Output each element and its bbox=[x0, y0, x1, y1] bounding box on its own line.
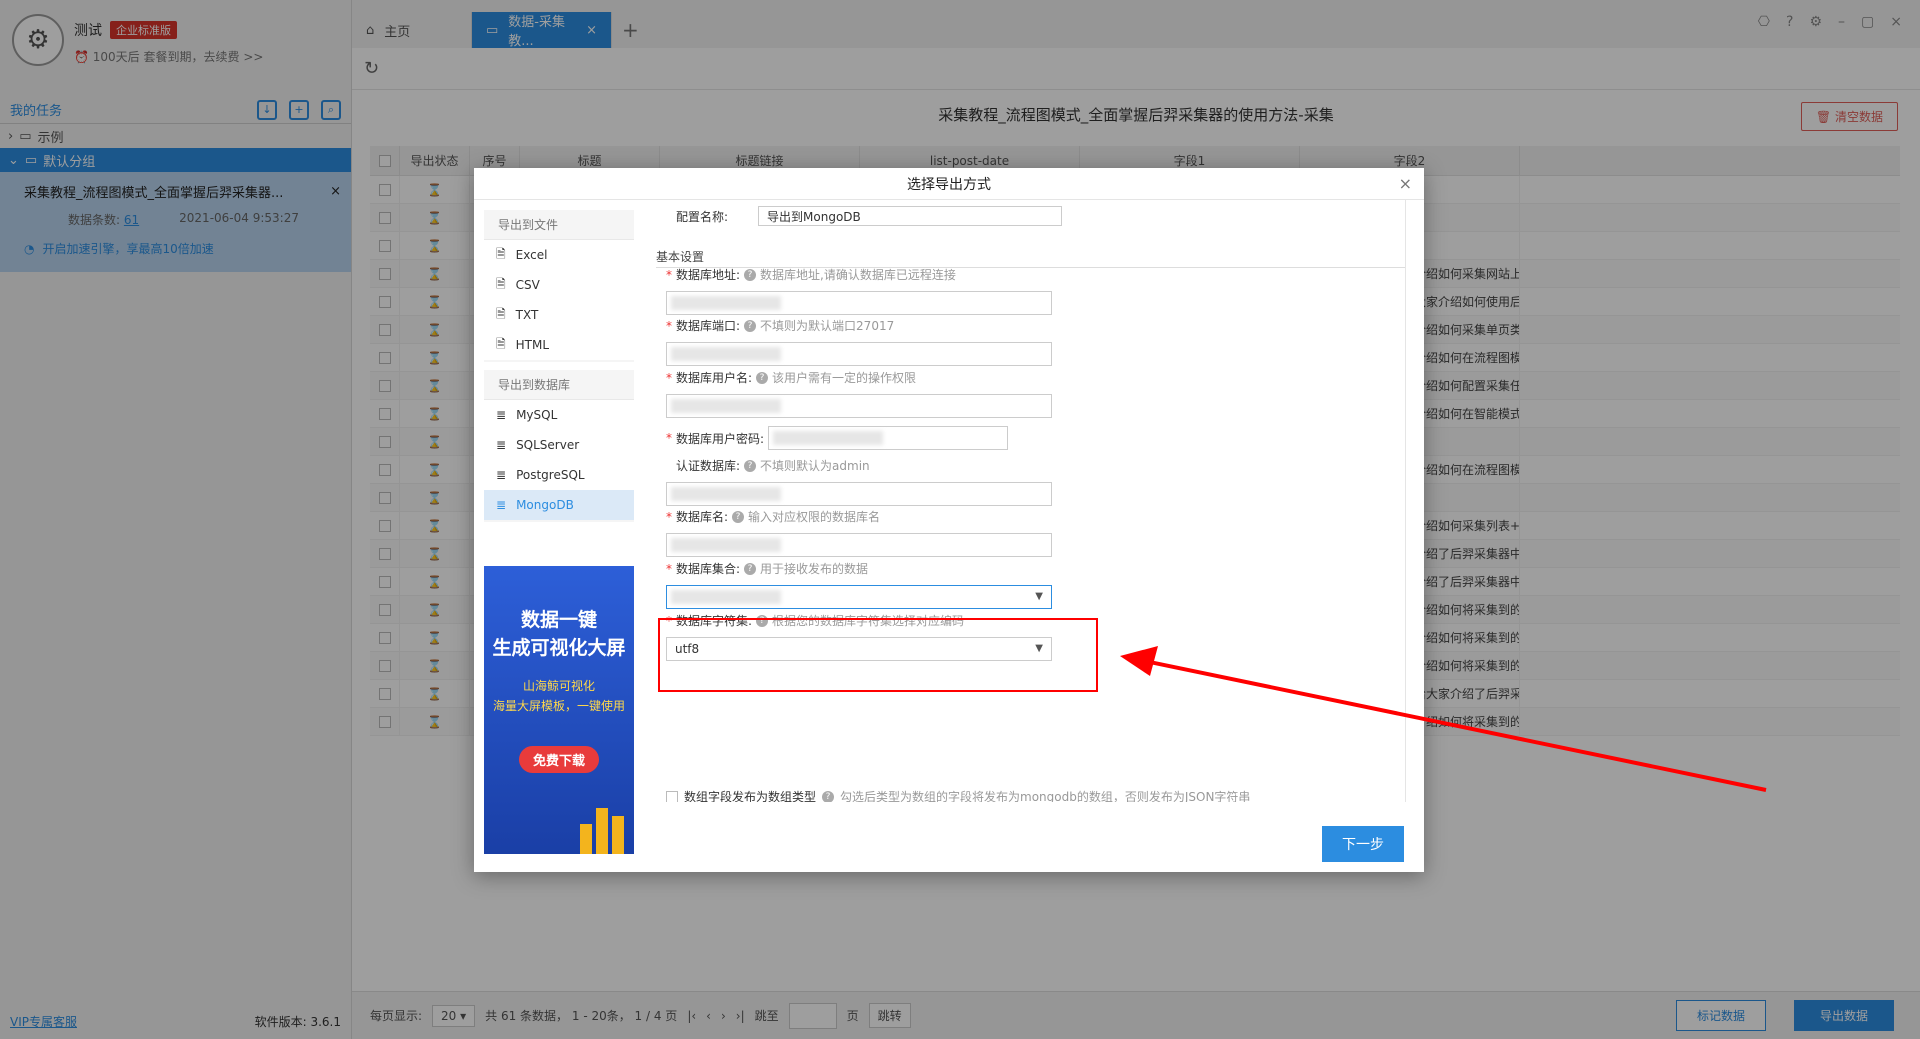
option-mongodb[interactable]: ≣ MongoDB bbox=[484, 490, 634, 520]
ad-title-1: 数据一键 bbox=[520, 609, 597, 631]
db-field-input[interactable] bbox=[666, 533, 1052, 557]
option-mysql[interactable]: ≣ MySQL bbox=[484, 400, 634, 430]
next-step-button[interactable]: 下一步 bbox=[1322, 826, 1404, 862]
form-field: * 数据库集合:? 用于接收发布的数据 ▼ bbox=[666, 560, 1052, 609]
field-label: 数据库用户名: bbox=[676, 371, 753, 385]
option-postgresql[interactable]: ≣ PostgreSQL bbox=[484, 460, 634, 490]
field-label: 数据库用户密码: bbox=[676, 431, 765, 446]
file-icon: 🗎 bbox=[496, 276, 506, 291]
highlight-box bbox=[658, 618, 1098, 692]
db-group-title: 导出到数据库 bbox=[484, 370, 634, 400]
form-field: 认证数据库:? 不填则默认为admin bbox=[666, 457, 1052, 506]
db-field-input[interactable] bbox=[666, 394, 1052, 418]
export-method-list: 导出到文件 🗎 Excel 🗎 CSV 🗎 TXT 🗎 HTML 导出到数据库 ≣ MyS… bbox=[484, 210, 634, 530]
form-field: * 数据库端口:? 不填则为默认端口27017 bbox=[666, 317, 1052, 366]
array-checkbox-row[interactable]: 数组字段发布为数组类型 ? 勾选后类型为数组的字段将发布为mongodb的数组，… bbox=[666, 788, 1250, 802]
option-sqlserver[interactable]: ≣ SQLServer bbox=[484, 430, 634, 460]
database-icon: ≣ bbox=[496, 498, 507, 512]
ad-sub-2: 海量大屏模板，一键使用 bbox=[492, 699, 625, 713]
ad-sub-1: 山海鲸可视化 bbox=[522, 679, 595, 693]
form-field: * 数据库地址:? 数据库地址,请确认数据库已远程连接 bbox=[666, 266, 1052, 315]
export-modal: 选择导出方式 × 导出到文件 🗎 Excel 🗎 CSV 🗎 TXT 🗎 HTML 导出… bbox=[474, 168, 1424, 872]
file-icon: 🗎 bbox=[496, 336, 506, 351]
ad-download-button[interactable]: 免费下载 bbox=[518, 746, 599, 773]
help-icon: ? bbox=[744, 268, 757, 281]
option-csv[interactable]: 🗎 CSV bbox=[484, 270, 634, 300]
ad-banner[interactable]: 数据一键 生成可视化大屏 山海鲸可视化 海量大屏模板，一键使用 免费下载 bbox=[484, 566, 634, 854]
basic-settings-title: 基本设置 bbox=[656, 248, 1405, 268]
modal-close-icon[interactable]: × bbox=[1399, 174, 1412, 193]
field-label: 数据库端口: bbox=[676, 319, 741, 333]
ad-title-2: 生成可视化大屏 bbox=[492, 637, 626, 659]
db-field-input[interactable] bbox=[666, 342, 1052, 366]
help-icon: ? bbox=[744, 562, 757, 575]
option-html[interactable]: 🗎 HTML bbox=[484, 330, 634, 360]
help-icon: ? bbox=[744, 319, 757, 332]
database-icon: ≣ bbox=[496, 438, 507, 452]
help-icon: ? bbox=[732, 510, 745, 523]
file-group-title: 导出到文件 bbox=[484, 210, 634, 240]
file-icon: 🗎 bbox=[496, 306, 506, 321]
db-field-input[interactable] bbox=[666, 291, 1052, 315]
field-label: 数据库集合: bbox=[676, 562, 741, 576]
database-icon: ≣ bbox=[496, 408, 507, 422]
database-icon: ≣ bbox=[496, 468, 507, 482]
help-icon: ? bbox=[756, 371, 769, 384]
option-excel[interactable]: 🗎 Excel bbox=[484, 240, 634, 270]
modal-title: 选择导出方式 bbox=[907, 176, 991, 193]
dropdown-arrow-icon: ▼ bbox=[1035, 591, 1043, 602]
form-field: * 数据库名:? 输入对应权限的数据库名 bbox=[666, 508, 1052, 557]
db-field-input[interactable] bbox=[666, 482, 1052, 506]
array-checkbox[interactable] bbox=[666, 790, 678, 802]
form-field: * 数据库用户名:? 该用户需有一定的操作权限 bbox=[666, 369, 1052, 418]
config-name-input[interactable]: 导出到MongoDB bbox=[758, 206, 1063, 226]
file-icon: 🗎 bbox=[496, 246, 506, 261]
option-txt[interactable]: 🗎 TXT bbox=[484, 300, 634, 330]
help-icon: ? bbox=[822, 790, 835, 802]
password-input[interactable] bbox=[768, 426, 1009, 450]
export-config-form: 配置名称: 导出到MongoDB 基本设置 * 数据库地址:? 数据库地址,请确认数… bbox=[646, 200, 1406, 802]
bar-chart-icon bbox=[580, 808, 624, 854]
config-name-label: 配置名称: bbox=[676, 209, 729, 224]
form-field: * 数据库用户密码: bbox=[666, 426, 1009, 450]
field-label: 数据库名: bbox=[676, 510, 729, 524]
field-label: 认证数据库: bbox=[676, 459, 741, 473]
field-label: 数据库地址: bbox=[676, 268, 741, 282]
help-icon: ? bbox=[744, 459, 757, 472]
collection-select[interactable]: ▼ bbox=[666, 585, 1052, 609]
